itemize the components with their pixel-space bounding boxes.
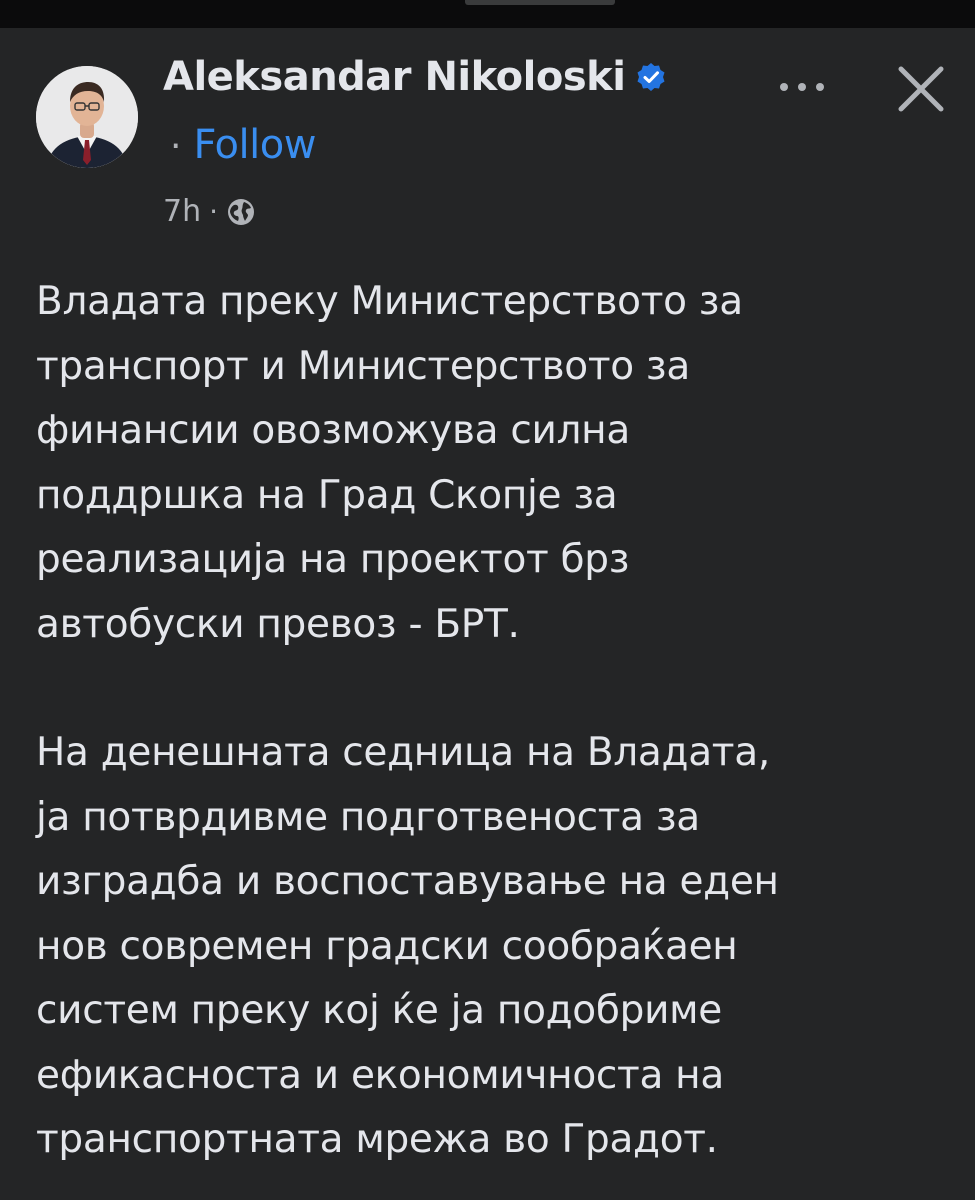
post-card: Aleksandar Nikoloski · Follow 7h · Влада… bbox=[0, 28, 975, 1200]
follow-row: · Follow bbox=[170, 122, 316, 168]
close-button[interactable] bbox=[893, 61, 949, 117]
close-icon bbox=[898, 66, 944, 112]
top-status-strip bbox=[0, 0, 975, 28]
follow-button[interactable]: Follow bbox=[193, 122, 316, 168]
post-timestamp[interactable]: 7h bbox=[163, 194, 201, 229]
author-avatar[interactable] bbox=[36, 66, 138, 168]
meta-separator: · bbox=[209, 195, 219, 228]
drag-handle bbox=[465, 0, 615, 5]
author-name[interactable]: Aleksandar Nikoloski bbox=[163, 54, 626, 100]
follow-separator: · bbox=[170, 126, 182, 167]
post-paragraph-2: На денешната седница на Владата, ја потв… bbox=[36, 730, 779, 1162]
more-dots-icon bbox=[780, 83, 824, 91]
globe-icon[interactable] bbox=[226, 197, 256, 227]
post-paragraph-1: Владата преку Министерството за транспор… bbox=[36, 279, 743, 647]
more-options-button[interactable] bbox=[772, 72, 832, 102]
profile-photo-icon bbox=[36, 66, 138, 168]
verified-badge-icon bbox=[635, 61, 667, 93]
post-body: Владата преку Министерството за транспор… bbox=[36, 270, 956, 1173]
author-row: Aleksandar Nikoloski bbox=[163, 54, 667, 100]
post-meta: 7h · bbox=[163, 194, 256, 229]
